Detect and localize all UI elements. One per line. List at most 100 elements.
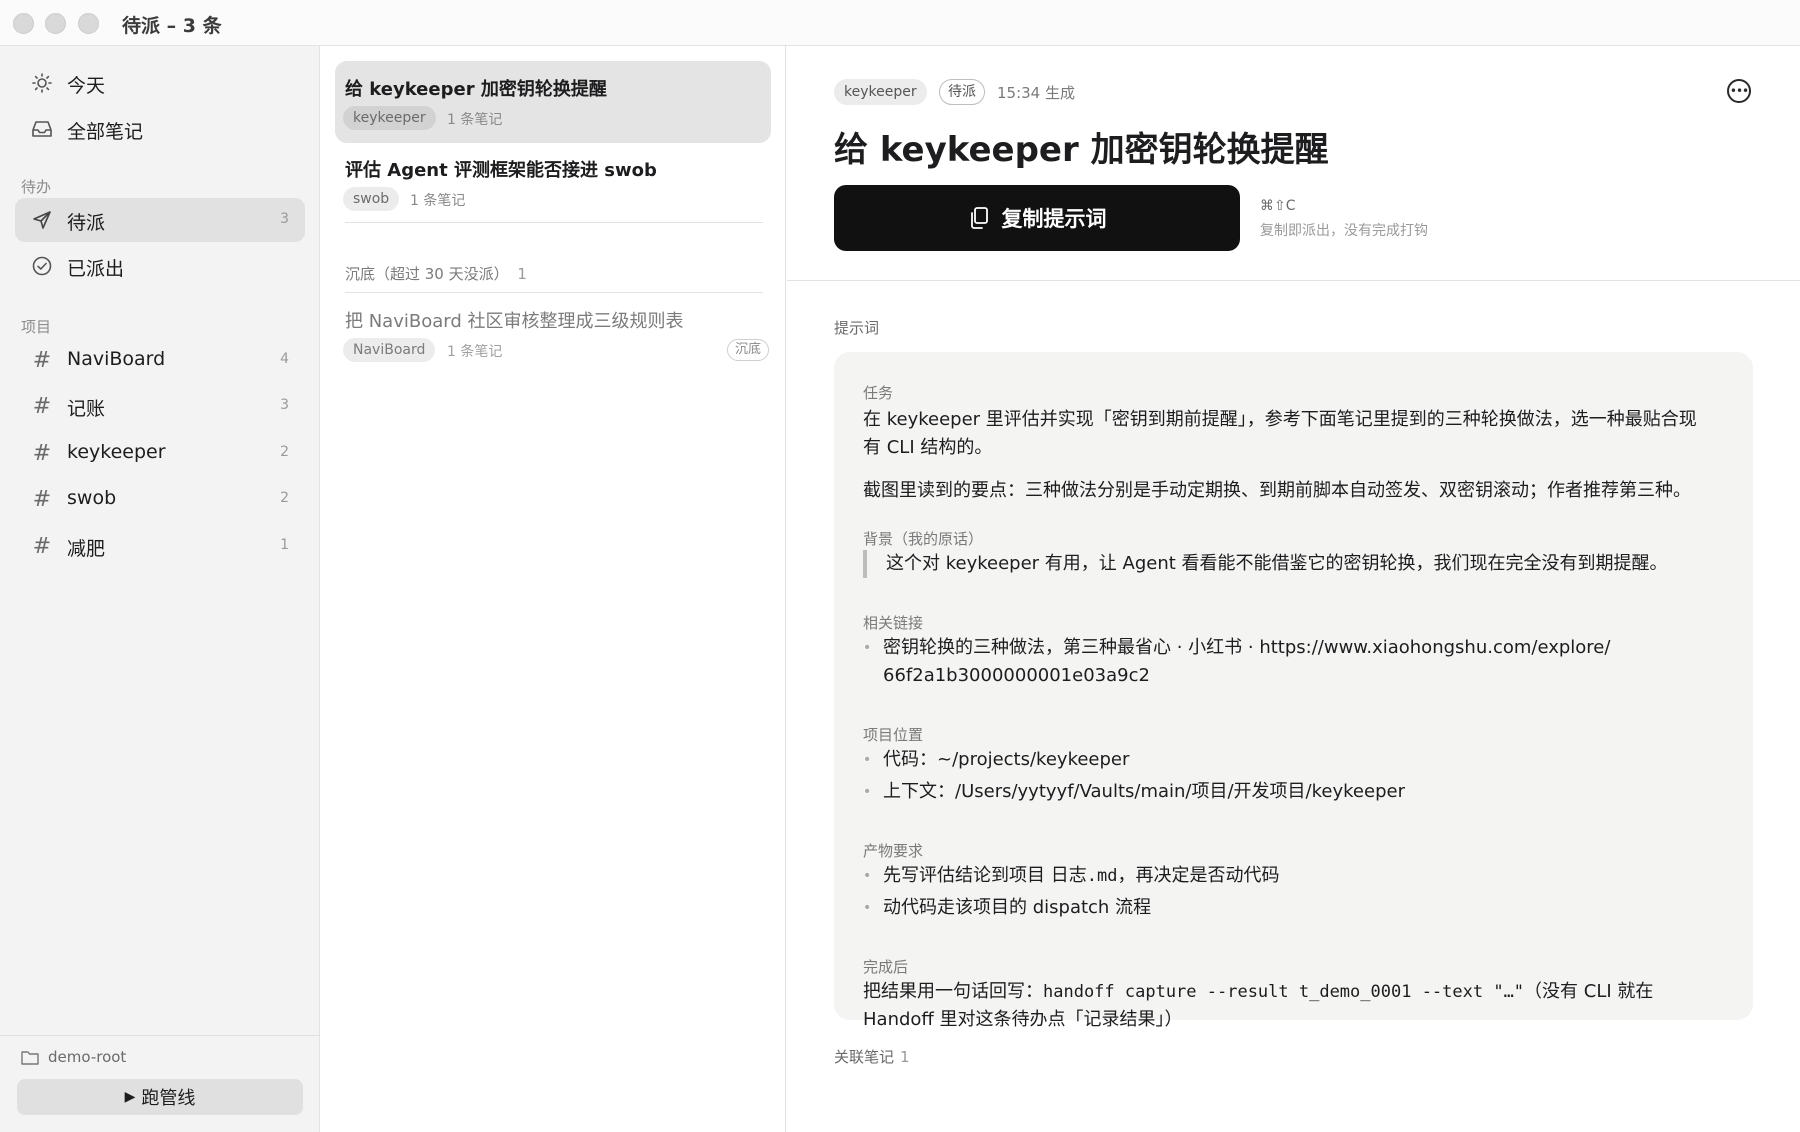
check-circle-icon: [31, 255, 53, 277]
sidebar-item-label: 已派出: [67, 258, 125, 280]
sidebar-item-project[interactable]: # swob 2: [15, 477, 305, 521]
sidebar-item-project[interactable]: # NaviBoard 4: [15, 338, 305, 382]
related-notes-count: 1: [900, 1048, 910, 1066]
hash-icon: #: [32, 440, 52, 466]
list-item[interactable]: 给 keykeeper 加密钥轮换提醒 keykeeper 1 条笔记: [335, 61, 771, 143]
sidebar-item-label: keykeeper: [67, 441, 166, 463]
output-requirement: 先写评估结论到项目 日志.md，再决定是否动代码: [863, 862, 1733, 890]
location-code: 代码：~/projects/keykeeper: [863, 746, 1733, 774]
after-text: （没有 CLI 就在: [1524, 981, 1654, 1002]
note-count: 1 条笔记: [447, 344, 503, 360]
sidebar-item-project[interactable]: # keykeeper 2: [15, 431, 305, 475]
keyboard-shortcut: ⌘⇧C: [1260, 198, 1296, 214]
after-line: 把结果用一句话回写：handoff capture --result t_dem…: [863, 978, 1733, 1006]
link-text: 密钥轮换的三种做法，第三种最省心 · 小红书 · https://www.xia…: [883, 637, 1611, 658]
output-heading: 产物要求: [863, 842, 924, 860]
sidebar-item-all-notes[interactable]: 全部笔记: [15, 107, 305, 151]
sidebar-item-label: 减肥: [67, 538, 106, 560]
list-item-title: 评估 Agent 评测框架能否接进 swob: [345, 160, 657, 181]
copy-prompt-label: 复制提示词: [1001, 207, 1107, 231]
inline-code: .md: [1086, 866, 1118, 886]
prompt-content: 任务 在 keykeeper 里评估并实现「密钥到期前提醒」，参考下面笔记里提到…: [834, 352, 1753, 1030]
divider: [787, 280, 1800, 281]
sidebar-item-count: 4: [280, 351, 289, 367]
sidebar-item-count: 2: [280, 490, 289, 506]
sidebar-item-count: 3: [280, 211, 289, 227]
background-heading: 背景（我的原话）: [863, 530, 984, 548]
generated-time: 15:34 生成: [997, 84, 1075, 102]
send-icon: [31, 209, 53, 231]
list-item-title: 给 keykeeper 加密钥轮换提醒: [345, 79, 607, 100]
link-item[interactable]: 密钥轮换的三种做法，第三种最省心 · 小红书 · https://www.xia…: [863, 634, 1733, 690]
inline-code: handoff capture --result t_demo_0001 --t…: [1043, 982, 1525, 1002]
task-points: 截图里读到的要点：三种做法分别是手动定期换、到期前脚本自动签发、双密钥滚动；作者…: [863, 480, 1691, 501]
page-title: 给 keykeeper 加密钥轮换提醒: [834, 130, 1329, 170]
detail-panel: keykeeper 待派 15:34 生成 ••• 给 keykeeper 加密…: [787, 46, 1800, 1132]
project-tag: swob: [343, 187, 400, 211]
background-quote: 这个对 keykeeper 有用，让 Agent 看看能不能借鉴它的密钥轮换，我…: [863, 550, 1733, 578]
task-list: 给 keykeeper 加密钥轮换提醒 keykeeper 1 条笔记 评估 A…: [321, 46, 786, 1132]
output-text: ，再决定是否动代码: [1117, 865, 1280, 886]
related-notes-label: 关联笔记: [834, 1048, 895, 1066]
project-tag: keykeeper: [834, 79, 927, 105]
hash-icon: #: [32, 533, 52, 559]
zoom-window-button[interactable]: [78, 13, 99, 34]
after-text: 把结果用一句话回写：: [863, 981, 1043, 1002]
after-line: Handoff 里对这条待办点「记录结果」）: [863, 1009, 1183, 1030]
sunk-section-title: 沉底（超过 30 天没派）: [345, 265, 509, 283]
title-bar: 待派 – 3 条: [0, 0, 1800, 46]
list-item[interactable]: 评估 Agent 评测框架能否接进 swob swob 1 条笔记: [335, 142, 771, 224]
minimize-window-button[interactable]: [45, 13, 66, 34]
sidebar-item-label: 记账: [67, 398, 106, 420]
inbox-icon: [31, 118, 53, 140]
sidebar-item-project[interactable]: # 记账 3: [15, 384, 305, 428]
related-notes-header[interactable]: 关联笔记 1: [834, 1046, 910, 1067]
prompt-section-label: 提示词: [834, 319, 880, 337]
sidebar-item-label: 全部笔记: [67, 121, 144, 143]
location-heading: 项目位置: [863, 726, 924, 744]
task-heading: 任务: [863, 384, 894, 402]
section-label-todo: 待办: [21, 178, 52, 196]
link-text: 66f2a1b3000000001e03a9c2: [883, 665, 1150, 686]
sidebar-item-label: 今天: [67, 75, 106, 97]
hash-icon: #: [32, 486, 52, 512]
sidebar-item-count: 1: [280, 537, 289, 553]
note-count: 1 条笔记: [447, 112, 503, 128]
sidebar-item-dispatched[interactable]: 已派出: [15, 244, 305, 288]
sidebar-item-label: NaviBoard: [67, 348, 166, 370]
sidebar-item-project[interactable]: # 减肥 1: [15, 524, 305, 568]
sidebar-item-today[interactable]: 今天: [15, 61, 305, 105]
hash-icon: #: [32, 347, 52, 373]
task-line: 有 CLI 结构的。: [863, 437, 993, 458]
list-item[interactable]: 把 NaviBoard 社区审核整理成三级规则表 NaviBoard 1 条笔记…: [335, 293, 771, 375]
output-requirement: 动代码走该项目的 dispatch 流程: [863, 894, 1733, 922]
output-text: 先写评估结论到项目 日志: [883, 865, 1087, 886]
play-icon: ▶: [124, 1089, 136, 1105]
project-tag: keykeeper: [343, 106, 436, 130]
folder-icon: [21, 1050, 39, 1069]
run-pipeline-button[interactable]: ▶ 跑管线: [17, 1079, 303, 1115]
sunk-section-count: 1: [517, 265, 527, 283]
after-heading: 完成后: [863, 958, 909, 976]
more-options-icon[interactable]: •••: [1727, 79, 1751, 103]
task-line: 在 keykeeper 里评估并实现「密钥到期前提醒」，参考下面笔记里提到的三种…: [863, 409, 1697, 430]
divider: [345, 222, 763, 223]
section-label-projects: 项目: [21, 318, 52, 336]
sidebar-item-label: swob: [67, 487, 117, 509]
note-count: 1 条笔记: [410, 193, 466, 209]
root-folder-label: demo-root: [48, 1048, 127, 1066]
copy-prompt-button[interactable]: 复制提示词: [834, 185, 1240, 251]
sidebar-item-label: 待派: [67, 212, 106, 234]
window-title: 待派 – 3 条: [122, 15, 222, 37]
sunk-badge: 沉底: [727, 339, 770, 361]
close-window-button[interactable]: [13, 13, 34, 34]
sunk-section-header: 沉底（超过 30 天没派） 1: [345, 263, 527, 284]
list-item-title: 把 NaviBoard 社区审核整理成三级规则表: [345, 311, 684, 332]
sidebar-item-count: 2: [280, 444, 289, 460]
shortcut-hint: 复制即派出，没有完成打钩: [1260, 223, 1428, 239]
sun-icon: [31, 72, 53, 94]
copy-icon: [968, 206, 990, 230]
hash-icon: #: [32, 393, 52, 419]
location-context: 上下文：/Users/yytyyf/Vaults/main/项目/开发项目/ke…: [863, 778, 1733, 806]
sidebar-item-pending[interactable]: 待派 3: [15, 198, 305, 242]
